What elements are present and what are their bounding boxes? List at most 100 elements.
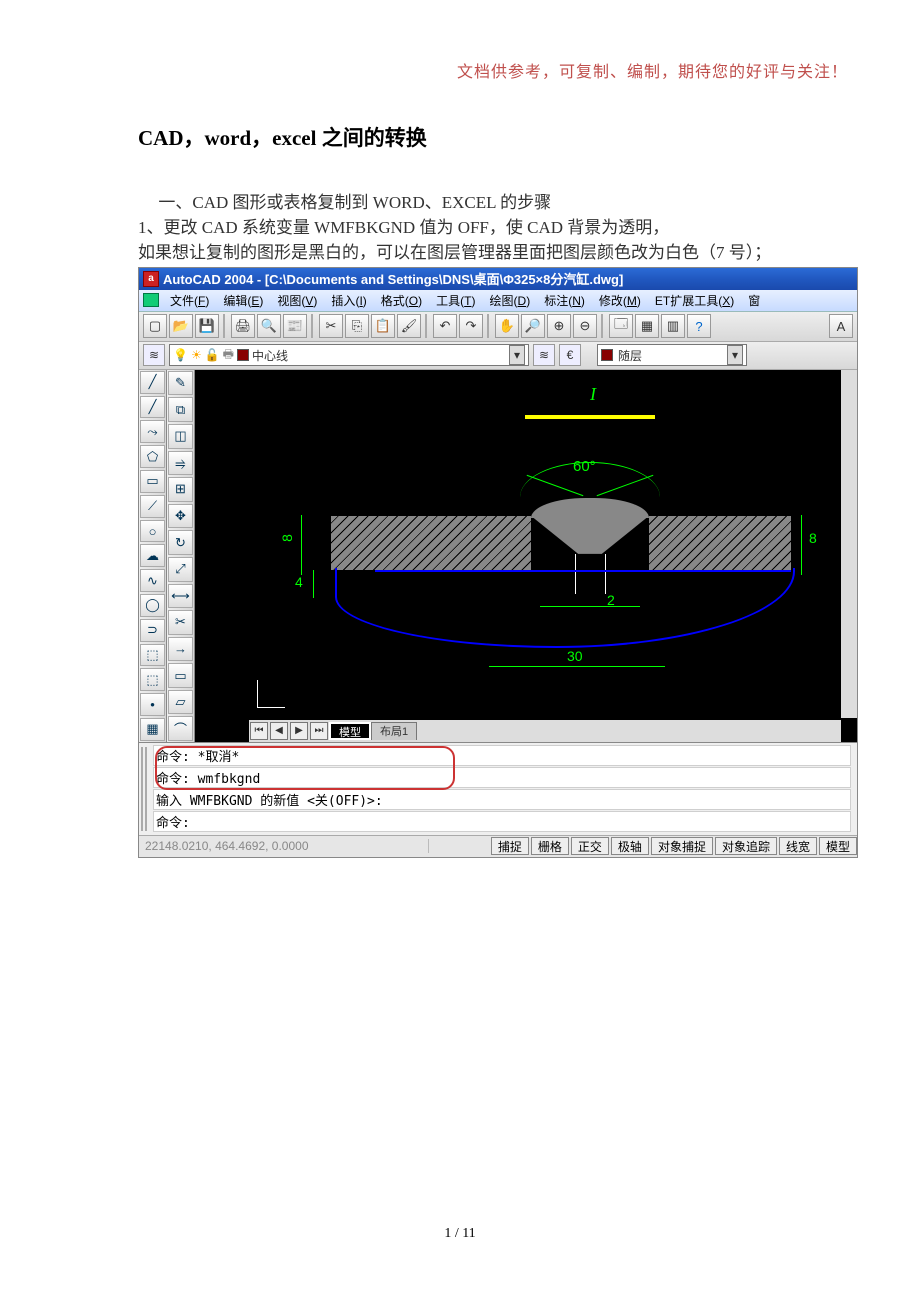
menu-dimension[interactable]: 标注(N) <box>537 291 592 310</box>
pline-icon[interactable]: ⤳ <box>140 420 165 443</box>
chamfer-icon[interactable]: ▱ <box>168 690 193 715</box>
spline-icon[interactable]: ∿ <box>140 569 165 592</box>
dim-ext-right <box>801 515 802 575</box>
move-icon[interactable]: ✥ <box>168 504 193 529</box>
status-polar[interactable]: 极轴 <box>611 837 649 855</box>
make-block-icon[interactable]: ⬚ <box>140 668 165 691</box>
layer-manager-icon[interactable]: ≋ <box>143 344 165 366</box>
tab-first-icon[interactable]: ⏮ <box>250 722 268 740</box>
design-center-icon[interactable]: ▦ <box>635 314 659 338</box>
scale-icon[interactable]: ⤢ <box>168 557 193 582</box>
mirror-icon[interactable]: ◫ <box>168 424 193 449</box>
preview-icon[interactable]: 🔍 <box>257 314 281 338</box>
window-titlebar: a AutoCAD 2004 - [C:\Documents and Setti… <box>139 268 857 290</box>
lightbulb-icon: 💡 <box>173 348 188 362</box>
cut-icon[interactable]: ✂ <box>319 314 343 338</box>
rotate-icon[interactable]: ↻ <box>168 530 193 555</box>
polygon-icon[interactable]: ⬠ <box>140 445 165 468</box>
menu-modify[interactable]: 修改(M) <box>592 291 648 310</box>
fillet-icon[interactable]: ⌒ <box>168 716 193 741</box>
menu-file[interactable]: 文件(F) <box>163 291 216 310</box>
menu-window[interactable]: 窗 <box>741 291 767 310</box>
publish-icon[interactable]: 📰 <box>283 314 307 338</box>
line-icon[interactable]: ╱ <box>140 371 165 394</box>
hatch-icon[interactable]: ▦ <box>140 718 165 741</box>
layer-states-icon[interactable]: € <box>559 344 581 366</box>
point-icon[interactable]: • <box>140 693 165 716</box>
dim-ext-left <box>301 515 302 575</box>
tool-palette-icon[interactable]: ▥ <box>661 314 685 338</box>
status-snap[interactable]: 捕捉 <box>491 837 529 855</box>
save-icon[interactable]: 💾 <box>195 314 219 338</box>
help-icon[interactable]: ? <box>687 314 711 338</box>
cmd-prompt[interactable]: 命令: <box>153 811 851 832</box>
tab-next-icon[interactable]: ▶ <box>290 722 308 740</box>
tab-prev-icon[interactable]: ◀ <box>270 722 288 740</box>
text-style-icon[interactable]: A <box>829 314 853 338</box>
menu-et-tools[interactable]: ET扩展工具(X) <box>648 291 741 310</box>
undo-icon[interactable]: ↶ <box>433 314 457 338</box>
break-icon[interactable]: ▭ <box>168 663 193 688</box>
copy-icon[interactable]: ⎘ <box>345 314 369 338</box>
menu-format[interactable]: 格式(O) <box>374 291 429 310</box>
redo-icon[interactable]: ↷ <box>459 314 483 338</box>
command-line-area[interactable]: 命令: *取消* 命令: wmfbkgnd 输入 WMFBKGND 的新值 <关… <box>139 742 857 835</box>
blue-curve <box>335 568 795 648</box>
paste-icon[interactable]: 📋 <box>371 314 395 338</box>
new-icon[interactable]: ▢ <box>143 314 167 338</box>
layer-prev-icon[interactable]: ≋ <box>533 344 555 366</box>
erase-icon[interactable]: ✎ <box>168 371 193 396</box>
tab-model[interactable]: 模型 <box>329 722 371 740</box>
paragraph-2: 如果想让复制的图形是黑白的，可以在图层管理器里面把图层颜色改为白色（7 号）； <box>138 242 782 265</box>
zoom-prev-icon[interactable]: ⊖ <box>573 314 597 338</box>
pan-icon[interactable]: ✋ <box>495 314 519 338</box>
arc-icon[interactable]: ⟋ <box>140 495 165 518</box>
menu-draw[interactable]: 绘图(D) <box>483 291 538 310</box>
dim-4: 4 <box>295 574 303 590</box>
layer-dropdown[interactable]: 💡 ☀ 🔓 🖶 中心线 ▾ <box>169 344 529 366</box>
cmd-history-1: 命令: *取消* <box>153 745 851 766</box>
menu-tools[interactable]: 工具(T) <box>429 291 482 310</box>
drawing-canvas[interactable]: ╱ ╱ ⤳ ⬠ ▭ ⟋ ○ ☁ ∿ ◯ ⊃ ⬚ ⬚ • ▦ ✎ ⧉ ◫ <box>139 370 857 742</box>
cmd-history-2: 命令: wmfbkgnd <box>153 767 851 788</box>
rectangle-icon[interactable]: ▭ <box>140 470 165 493</box>
color-dropdown[interactable]: 随层 ▾ <box>597 344 747 366</box>
status-model[interactable]: 模型 <box>819 837 857 855</box>
menu-view[interactable]: 视图(V) <box>270 291 324 310</box>
window-title: AutoCAD 2004 - [C:\Documents and Setting… <box>163 269 623 288</box>
viewport[interactable]: I 60° 8 8 4 2 3 <box>195 370 857 742</box>
offset-icon[interactable]: ⥤ <box>168 451 193 476</box>
zoom-window-icon[interactable]: ⊕ <box>547 314 571 338</box>
status-lwt[interactable]: 线宽 <box>779 837 817 855</box>
copy-obj-icon[interactable]: ⧉ <box>168 397 193 422</box>
menu-edit[interactable]: 编辑(E) <box>216 291 270 310</box>
insert-block-icon[interactable]: ⬚ <box>140 644 165 667</box>
grip-icon[interactable] <box>141 747 147 831</box>
print-icon[interactable]: 🖨 <box>231 314 255 338</box>
match-icon[interactable]: 🖌 <box>397 314 421 338</box>
chevron-down-icon[interactable]: ▾ <box>509 345 525 365</box>
properties-icon[interactable]: 🗔 <box>609 314 633 338</box>
xline-icon[interactable]: ╱ <box>140 396 165 419</box>
status-grid[interactable]: 栅格 <box>531 837 569 855</box>
status-ortho[interactable]: 正交 <box>571 837 609 855</box>
extend-icon[interactable]: → <box>168 637 193 662</box>
zoom-realtime-icon[interactable]: 🔎 <box>521 314 545 338</box>
color-swatch <box>601 349 613 361</box>
status-osnap[interactable]: 对象捕捉 <box>651 837 713 855</box>
menu-insert[interactable]: 插入(I) <box>324 291 373 310</box>
ellipse-arc-icon[interactable]: ⊃ <box>140 619 165 642</box>
status-otrack[interactable]: 对象追踪 <box>715 837 777 855</box>
circle-icon[interactable]: ○ <box>140 520 165 543</box>
tab-layout1[interactable]: 布局1 <box>371 722 417 740</box>
trim-icon[interactable]: ✂ <box>168 610 193 635</box>
stretch-icon[interactable]: ⟷ <box>168 584 193 609</box>
chevron-down-icon[interactable]: ▾ <box>727 345 743 365</box>
dim-30: 30 <box>567 648 583 664</box>
array-icon[interactable]: ⊞ <box>168 477 193 502</box>
ellipse-icon[interactable]: ◯ <box>140 594 165 617</box>
revcloud-icon[interactable]: ☁ <box>140 544 165 567</box>
tab-last-icon[interactable]: ⏭ <box>310 722 328 740</box>
scrollbar-vertical[interactable] <box>841 370 857 718</box>
open-icon[interactable]: 📂 <box>169 314 193 338</box>
